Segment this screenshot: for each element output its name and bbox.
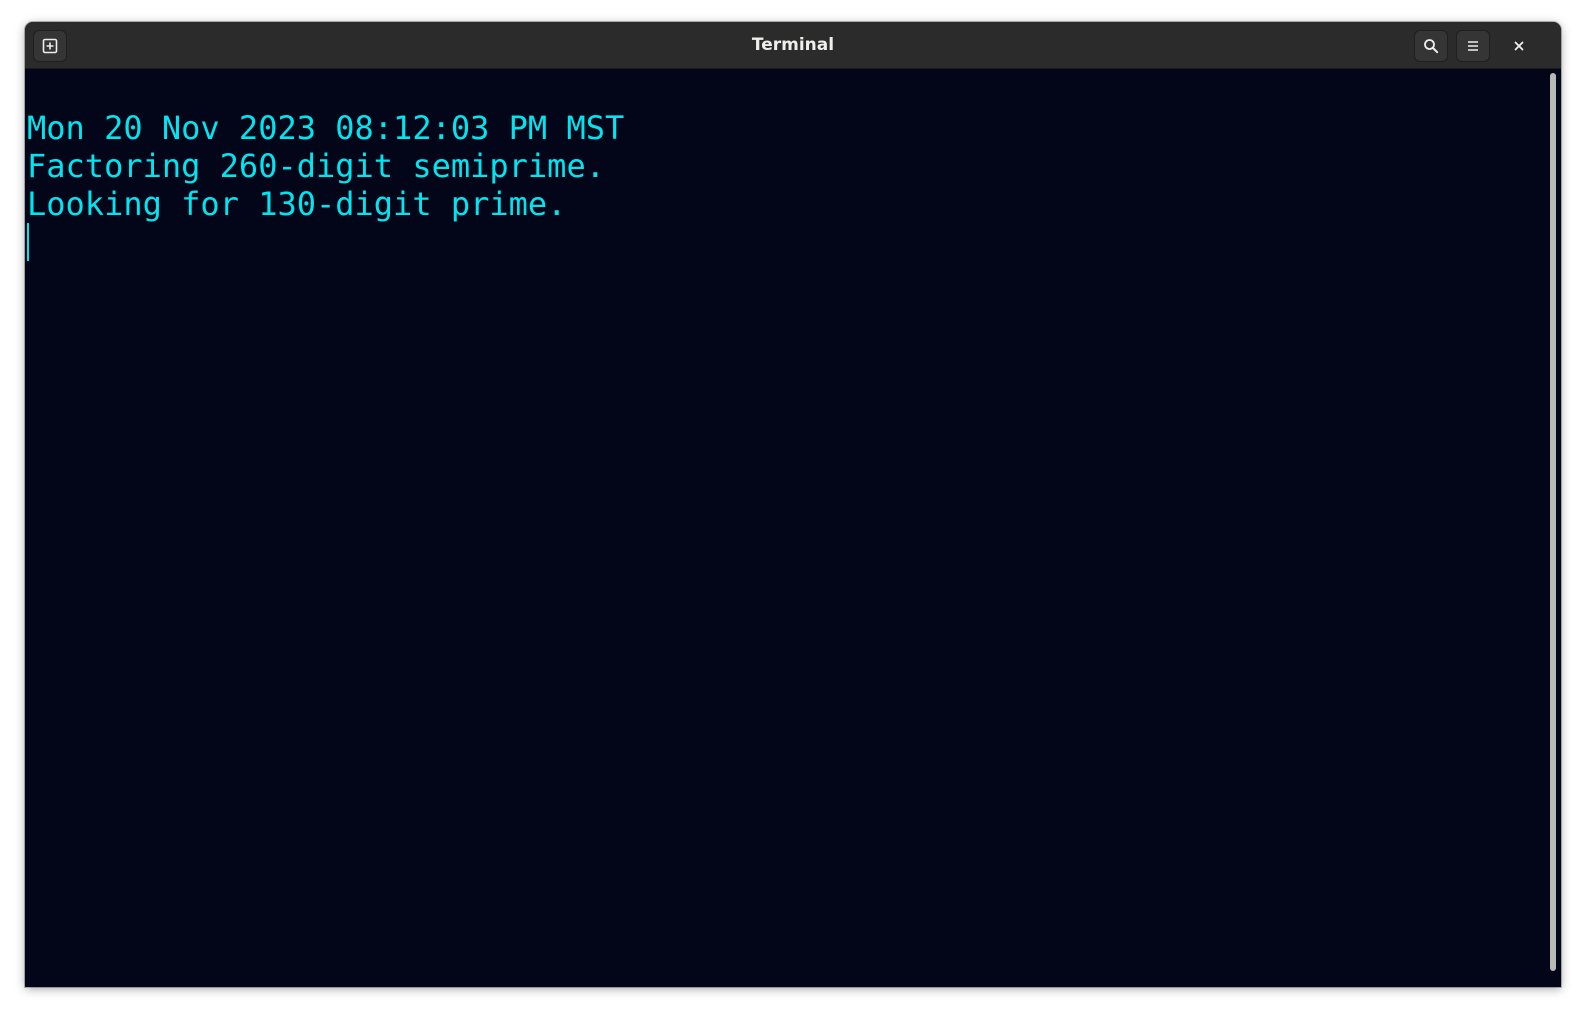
scrollbar-thumb[interactable] [1550,73,1556,971]
search-button[interactable] [1414,30,1448,62]
text-cursor [27,223,29,261]
search-icon [1424,39,1439,54]
headerbar: Terminal [25,22,1561,69]
prompt-line [27,223,1545,261]
close-icon [1514,41,1524,51]
scrollbar[interactable] [1545,69,1561,987]
terminal-output[interactable]: Mon 20 Nov 2023 08:12:03 PM MST Factoring… [25,69,1545,987]
hamburger-menu-icon [1468,41,1478,51]
terminal-line: Mon 20 Nov 2023 08:12:03 PM MST [27,109,625,147]
window-title: Terminal [751,35,835,55]
terminal-line: Looking for 130-digit prime. [27,185,567,223]
terminal-line: Factoring 260-digit semiprime. [27,147,605,185]
terminal-window: Terminal Mon 20 Nov 2023 08:12:03 PM MST… [25,22,1561,987]
close-button[interactable] [1502,30,1536,62]
menu-button[interactable] [1456,30,1490,62]
